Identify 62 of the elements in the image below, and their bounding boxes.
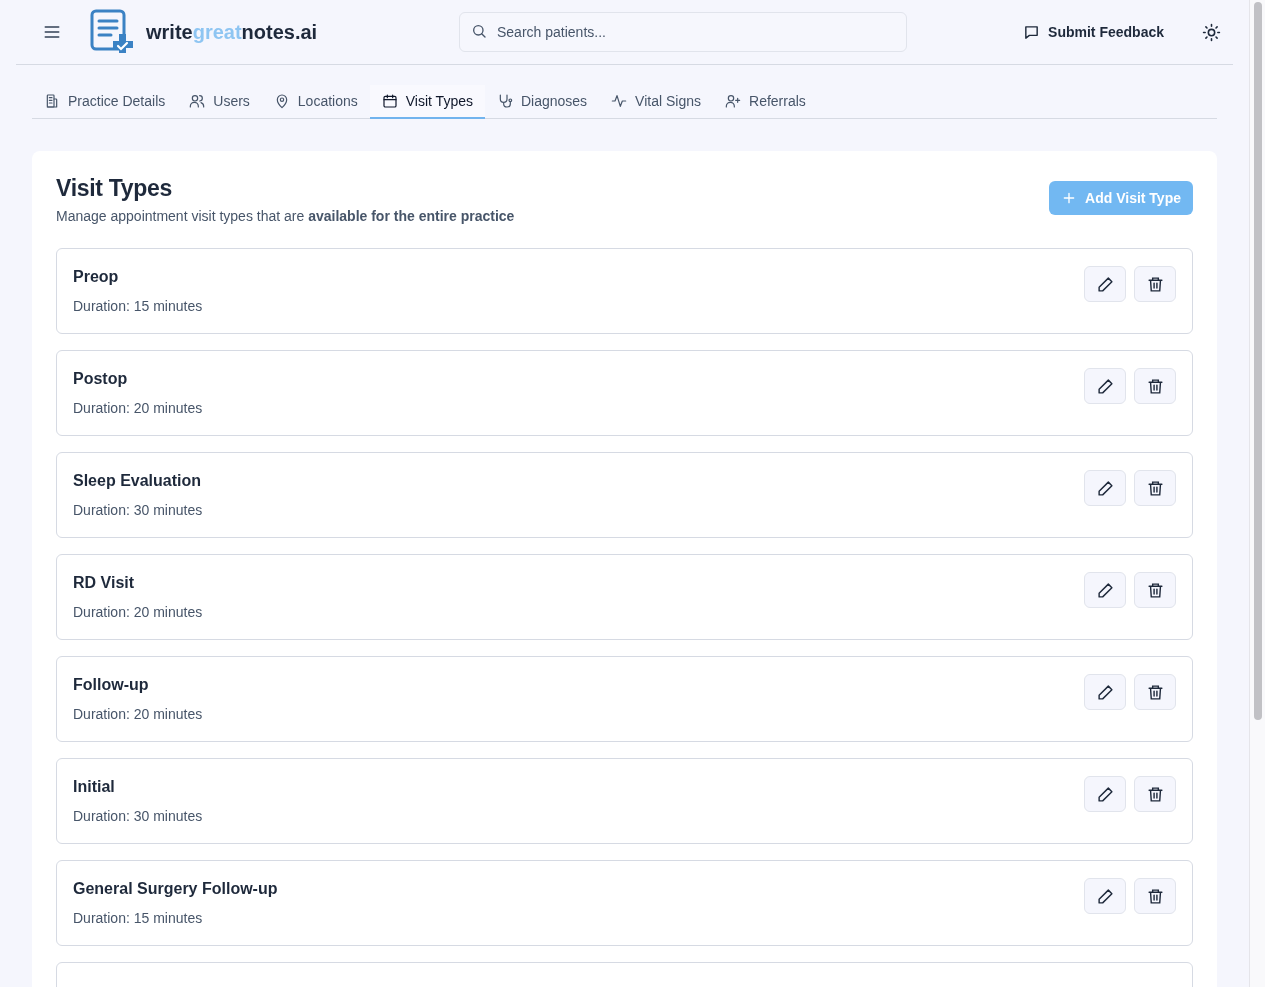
logo-text: writegreatnotes.ai xyxy=(146,20,318,44)
tab[interactable]: Practice Details xyxy=(32,85,178,119)
trash-icon xyxy=(1146,683,1164,701)
trash-icon xyxy=(1146,785,1164,803)
tab[interactable]: Visit Types xyxy=(369,85,485,119)
visit-type-name: Follow-up xyxy=(73,676,150,694)
chat-bubble-icon xyxy=(1023,23,1041,41)
delete-button[interactable] xyxy=(1134,776,1176,812)
pencil-icon xyxy=(1096,581,1114,599)
edit-button[interactable] xyxy=(1084,368,1126,404)
pencil-icon xyxy=(1096,785,1114,803)
building-icon xyxy=(44,93,60,109)
trash-icon xyxy=(1146,887,1164,905)
tab[interactable]: Users xyxy=(177,85,262,119)
tab[interactable]: Vital Signs xyxy=(599,85,713,119)
tab[interactable]: Diagnoses xyxy=(484,85,600,119)
trash-icon xyxy=(1146,581,1164,599)
visit-type-name: Postop xyxy=(73,370,129,388)
delete-button[interactable] xyxy=(1134,266,1176,302)
delete-button[interactable] xyxy=(1134,878,1176,914)
visit-type-duration: Duration: 20 minutes xyxy=(73,706,203,722)
visit-type-name: Initial xyxy=(73,778,116,796)
trash-icon xyxy=(1146,479,1164,497)
user-plus-icon xyxy=(725,93,741,109)
edit-button[interactable] xyxy=(1084,878,1126,914)
visit-type-name: Preop xyxy=(73,268,120,286)
tab[interactable]: Locations xyxy=(261,85,370,119)
delete-button[interactable] xyxy=(1134,470,1176,506)
visit-type-duration: Duration: 30 minutes xyxy=(73,808,203,824)
edit-button[interactable] xyxy=(1084,674,1126,710)
trash-icon xyxy=(1146,377,1164,395)
visit-type-duration: Duration: 15 minutes xyxy=(73,298,203,314)
visit-type-duration: Duration: 30 minutes xyxy=(73,502,203,518)
visit-type-duration: Duration: 20 minutes xyxy=(73,400,203,416)
visit-type-duration: Duration: 20 minutes xyxy=(73,604,203,620)
pencil-icon xyxy=(1096,479,1114,497)
pulse-icon xyxy=(611,93,628,109)
panel-subtitle: Manage appointment visit types that are available for the entire practice xyxy=(56,208,515,224)
visit-type-duration: Duration: 15 minutes xyxy=(73,910,204,926)
edit-button[interactable] xyxy=(1084,776,1126,812)
pencil-icon xyxy=(1096,275,1114,293)
visit-type-name: General Surgery Follow-up xyxy=(73,880,278,898)
tab[interactable]: Referrals xyxy=(713,85,818,119)
submit-feedback-button[interactable]: Submit Feedback xyxy=(1023,23,1164,41)
sun-icon[interactable] xyxy=(1202,22,1221,42)
delete-button[interactable] xyxy=(1134,572,1176,608)
trash-icon xyxy=(1146,275,1164,293)
logo-icon xyxy=(90,9,134,55)
pencil-icon xyxy=(1096,887,1114,905)
pencil-icon xyxy=(1096,377,1114,395)
calendar-icon xyxy=(381,93,398,109)
pencil-icon xyxy=(1096,683,1114,701)
edit-button[interactable] xyxy=(1084,572,1126,608)
edit-button[interactable] xyxy=(1084,470,1126,506)
edit-button[interactable] xyxy=(1084,266,1126,302)
search-field[interactable]: Search patients... xyxy=(459,12,907,52)
panel-title: Visit Types xyxy=(56,175,173,202)
delete-button[interactable] xyxy=(1134,368,1176,404)
visit-type-name: RD Visit xyxy=(73,574,136,592)
users-icon xyxy=(189,93,206,109)
delete-button[interactable] xyxy=(1134,674,1176,710)
visit-type-name: Sleep Evaluation xyxy=(73,472,203,490)
